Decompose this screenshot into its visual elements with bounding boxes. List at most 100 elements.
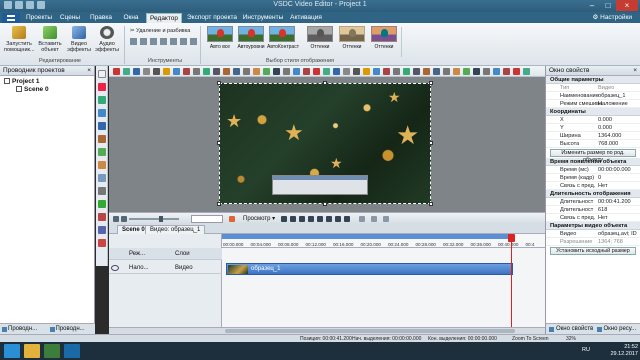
mask-icon[interactable] (98, 187, 106, 195)
chart-icon[interactable] (98, 148, 106, 156)
image-icon[interactable] (98, 109, 106, 117)
tab-export[interactable]: Экспорт проекта (186, 13, 238, 23)
resize-handle[interactable] (323, 202, 327, 206)
track-area[interactable]: образец_1 (222, 248, 545, 334)
toolbar-icon[interactable] (353, 68, 360, 75)
eye-icon[interactable] (111, 265, 119, 271)
property-row[interactable]: Длительност 618 (546, 206, 640, 214)
toolbar-icon[interactable] (523, 68, 530, 75)
tab-tools[interactable]: Инструменты (242, 13, 284, 23)
step-forward-icon[interactable] (335, 216, 341, 222)
resize-handle[interactable] (217, 202, 221, 206)
toolbar-icon[interactable] (513, 68, 520, 75)
timecode-field[interactable] (191, 215, 223, 223)
fullscreen-icon[interactable] (383, 216, 389, 222)
toolbar-icon[interactable] (253, 68, 260, 75)
resize-handle[interactable] (323, 81, 327, 85)
minimize-button[interactable]: – (584, 0, 600, 11)
stop-icon[interactable] (326, 216, 332, 222)
style-auto-contrast[interactable]: АвтоКонтраст (267, 26, 299, 50)
toolbar-icon[interactable] (133, 68, 140, 75)
property-row[interactable]: Связь с пред. Нет (546, 182, 640, 190)
toolbar-icon[interactable] (273, 68, 280, 75)
resize-to-parent-button[interactable]: Изменить размер по род. объекту (550, 149, 636, 163)
resize-handle[interactable] (429, 81, 433, 85)
go-start-icon[interactable] (281, 216, 287, 222)
toolbar-icon[interactable] (333, 68, 340, 75)
settings-button[interactable]: ⚙ Настройки (592, 13, 632, 23)
run-assistant-button[interactable]: Запустить помощник... (4, 26, 35, 53)
resize-handle[interactable] (217, 81, 221, 85)
volume-icon[interactable] (359, 216, 365, 222)
tab-activation[interactable]: Активация (288, 13, 324, 23)
video-clip[interactable]: образец_1 (226, 263, 513, 275)
video-icon[interactable] (98, 122, 106, 130)
section-video-params[interactable]: Параметры видео объекта (546, 222, 640, 230)
go-end-icon[interactable] (344, 216, 350, 222)
styles-scroll[interactable] (401, 27, 407, 57)
rotate-icon[interactable] (140, 38, 147, 45)
toolbar-icon[interactable] (313, 68, 320, 75)
work-area-bar[interactable] (222, 234, 512, 239)
sprite-icon[interactable] (98, 174, 106, 182)
crop-icon[interactable] (130, 38, 137, 45)
toolbar-icon[interactable] (303, 68, 310, 75)
toolbar-icon[interactable] (373, 68, 380, 75)
start-icon[interactable] (4, 344, 20, 358)
counter-icon[interactable] (98, 213, 106, 221)
cut-icon[interactable] (150, 38, 157, 45)
color-icon[interactable] (180, 38, 187, 45)
property-value[interactable]: 1364.000 (598, 132, 621, 140)
timeline-scrollbar[interactable] (109, 327, 545, 334)
property-value[interactable]: Нет (598, 214, 608, 222)
original-size-button[interactable]: Установить исходный размер (550, 247, 636, 255)
toolbar-icon[interactable] (163, 68, 170, 75)
media-icon[interactable] (44, 344, 60, 358)
loop-icon[interactable] (371, 216, 377, 222)
property-value[interactable]: Видео (598, 84, 614, 92)
style-tint-3[interactable]: Оттенки (369, 26, 399, 50)
toolbar-icon[interactable] (433, 68, 440, 75)
text-icon[interactable] (98, 83, 106, 91)
zoom-out-icon[interactable] (113, 216, 119, 222)
toolbar-icon[interactable] (233, 68, 240, 75)
tree-item-project[interactable]: Project 1 (0, 78, 94, 86)
property-value[interactable]: Нет (598, 182, 608, 190)
close-icon[interactable]: × (87, 66, 91, 76)
toolbar-icon[interactable] (263, 68, 270, 75)
toolbar-icon[interactable] (443, 68, 450, 75)
property-value[interactable]: образец_1 (598, 92, 626, 100)
coordinate-row[interactable]: Высота 768.000 (546, 140, 640, 148)
toolbar-icon[interactable] (153, 68, 160, 75)
audio-icon[interactable] (98, 135, 106, 143)
toolbar-icon[interactable] (423, 68, 430, 75)
property-value[interactable]: 00:00:00.000 (598, 166, 631, 174)
toolbar-icon[interactable] (393, 68, 400, 75)
toolbar-icon[interactable] (193, 68, 200, 75)
property-value[interactable]: 1364; 768 (598, 238, 623, 246)
section-appear-time[interactable]: Время появления объекта (546, 158, 640, 166)
section-duration[interactable]: Длительность отображения (546, 190, 640, 198)
property-value[interactable]: 00:00:41.200 (598, 198, 631, 206)
property-row[interactable]: Режим смешива Наложение (546, 100, 640, 108)
play-icon[interactable] (308, 216, 314, 222)
coordinate-row[interactable]: X 0.000 (546, 116, 640, 124)
clock[interactable]: 21:52 29.12.2017 (610, 344, 638, 358)
toolbar-icon[interactable] (503, 68, 510, 75)
video-track-header[interactable]: Нало... Видео (109, 262, 222, 274)
property-value[interactable]: 0 (598, 174, 601, 182)
style-auto-all[interactable]: Авто все (205, 26, 235, 50)
section-coordinates[interactable]: Координаты (546, 108, 640, 116)
time-ruler[interactable]: 00:00.000 00:04.000 00:08.000 00:12.000 00:1… (222, 234, 545, 248)
slider-knob[interactable] (159, 216, 163, 222)
property-row[interactable]: Время (кадр) 0 (546, 174, 640, 182)
scrollbar-thumb[interactable] (225, 329, 515, 333)
toolbar-icon[interactable] (183, 68, 190, 75)
tab-properties[interactable]: Окно свойств (546, 324, 594, 334)
video-effects-button[interactable]: Видео эффекты (66, 26, 92, 53)
property-value[interactable]: Наложение (598, 100, 628, 108)
property-row[interactable]: Наименование образец_1 (546, 92, 640, 100)
toolbar-icon[interactable] (243, 68, 250, 75)
property-row[interactable]: Связь с пред. Нет (546, 214, 640, 222)
toolbar-icon[interactable] (293, 68, 300, 75)
